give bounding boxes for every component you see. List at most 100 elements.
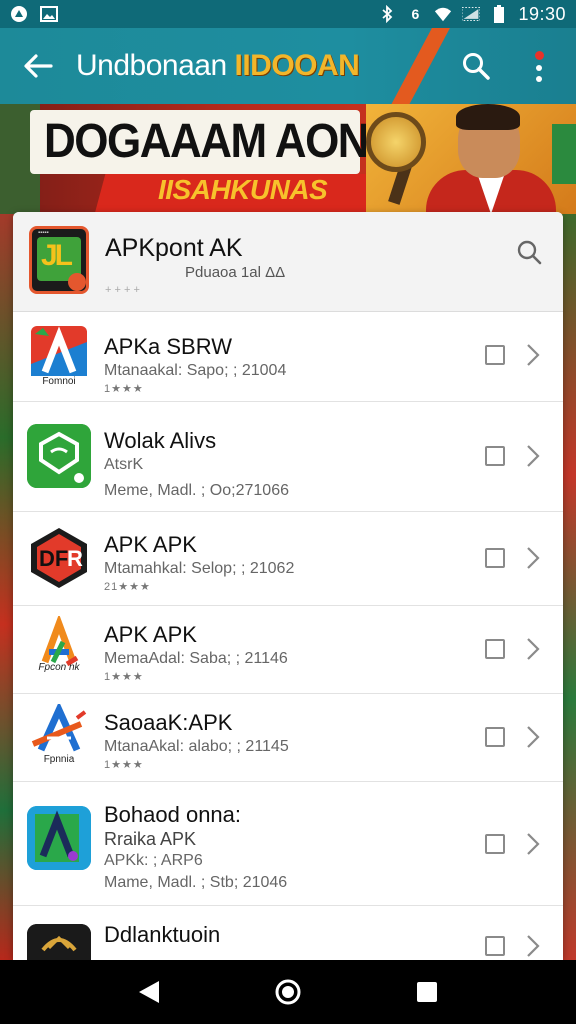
app-rating: 21★★★ bbox=[104, 581, 151, 593]
background-left bbox=[0, 214, 14, 960]
app-icon-bohaod bbox=[27, 806, 91, 870]
more-vert-icon bbox=[534, 50, 544, 60]
magnifier-icon bbox=[366, 112, 426, 172]
status-time: 19:30 bbox=[518, 3, 566, 24]
app-meta: AtsrK bbox=[104, 456, 144, 473]
featured-app-extra: + + + + bbox=[105, 284, 140, 296]
chevron-right-icon[interactable] bbox=[523, 723, 543, 751]
app-meta: Rraika APK bbox=[104, 829, 197, 849]
app-meta: Mtamahkal: Selop; ; 21062 bbox=[104, 560, 295, 577]
list-item[interactable]: Ddlanktuoin bbox=[13, 906, 563, 960]
nav-back-icon bbox=[139, 981, 160, 1003]
select-checkbox[interactable] bbox=[485, 936, 505, 956]
featured-app-row[interactable]: ▪▪▪▪▪ JL APKpont AK Pduaoa 1al ΔΔ + + + … bbox=[13, 212, 563, 312]
select-checkbox[interactable] bbox=[485, 446, 505, 466]
app-icon-label: Fpcon nk bbox=[38, 662, 80, 673]
nav-home-button[interactable] bbox=[268, 972, 308, 1012]
app-meta: MemaAdal: Saba; ; 21146 bbox=[104, 650, 288, 667]
app-rating: 1★★★ bbox=[104, 759, 144, 771]
select-checkbox[interactable] bbox=[485, 727, 505, 747]
chevron-right-icon[interactable] bbox=[523, 544, 543, 572]
app-title: APK APK bbox=[104, 532, 197, 557]
system-nav-bar bbox=[0, 960, 576, 1024]
featured-icon-glyph: JL bbox=[41, 239, 73, 272]
app-title: APKa SBRW bbox=[104, 334, 232, 359]
nav-recents-icon bbox=[416, 982, 437, 1002]
app-bar-stripe bbox=[378, 28, 456, 104]
signal-icon bbox=[462, 5, 481, 23]
list-item[interactable]: Fpcon nk APK APK MemaAdal: Saba; ; 21146… bbox=[13, 606, 563, 694]
menu-dot bbox=[536, 75, 542, 82]
chevron-right-icon[interactable] bbox=[523, 341, 543, 369]
page-title-accent: IIDOOAN bbox=[234, 49, 360, 82]
featured-app-name: APKpont AK bbox=[105, 234, 243, 262]
app-icon-dfr: DF R bbox=[27, 526, 91, 590]
battery-icon bbox=[490, 5, 508, 23]
list-item[interactable]: Fpnnia SaoaaK:APK MtanaAkal: alabo; ; 21… bbox=[13, 694, 563, 782]
app-icon-wolak bbox=[27, 424, 91, 488]
featured-app-subtitle: Pduaoa 1al ΔΔ bbox=[185, 264, 286, 281]
app-meta: Mame, Madl. ; Stb; 21046 bbox=[104, 874, 288, 891]
select-checkbox[interactable] bbox=[485, 345, 505, 365]
app-title: Wolak Alivs bbox=[104, 428, 217, 453]
banner-flag bbox=[552, 124, 576, 184]
background-right bbox=[562, 214, 576, 960]
nav-home-icon bbox=[275, 979, 301, 1005]
app-title: SaoaaK:APK bbox=[104, 710, 233, 735]
app-title: Ddlanktuoin bbox=[104, 922, 221, 947]
bluetooth-icon bbox=[378, 5, 396, 23]
app-icon-ddlank bbox=[27, 924, 91, 960]
app-rating: 1★★★ bbox=[104, 383, 144, 395]
list-item[interactable]: DF R APK APK Mtamahkal: Selop; ; 21062 21… bbox=[13, 512, 563, 606]
app-title: APK APK bbox=[104, 622, 197, 647]
app-bar: Undbonaan IIDOOAN bbox=[0, 28, 576, 104]
list-item[interactable]: Fomnoi APKa SBRW Mtanaakal: Sapo; ; 2100… bbox=[13, 312, 563, 402]
app-icon-apka: Fomnoi bbox=[27, 324, 91, 388]
app-meta: Meme, Madl. ; Oo;271066 bbox=[104, 482, 289, 499]
banner-person-hair bbox=[456, 104, 520, 130]
menu-dot bbox=[536, 64, 542, 71]
page-title-main: Undbonaan bbox=[76, 49, 227, 82]
app-icon-saoaak: Fpnnia bbox=[27, 704, 91, 768]
app-title: Bohaod onna: bbox=[104, 802, 242, 827]
back-button[interactable] bbox=[0, 28, 76, 104]
select-checkbox[interactable] bbox=[485, 834, 505, 854]
chevron-right-icon[interactable] bbox=[523, 932, 543, 960]
arrow-left-icon bbox=[24, 54, 53, 78]
featured-icon-topline: ▪▪▪▪▪ bbox=[38, 230, 49, 236]
app-meta: APKk: ; ARP6 bbox=[104, 852, 203, 869]
select-checkbox[interactable] bbox=[485, 548, 505, 568]
svg-text:DF: DF bbox=[39, 546, 68, 571]
select-checkbox[interactable] bbox=[485, 639, 505, 659]
image-icon bbox=[40, 5, 58, 23]
search-icon bbox=[463, 53, 490, 80]
nav-recents-button[interactable] bbox=[407, 972, 447, 1012]
overflow-menu-button[interactable] bbox=[524, 46, 554, 86]
promo-banner[interactable]: DOGAAAM AONSIN IISAHKUNAS bbox=[0, 104, 576, 214]
svg-text:R: R bbox=[67, 546, 83, 571]
list-item[interactable]: Wolak Alivs AtsrK Meme, Madl. ; Oo;27106… bbox=[13, 402, 563, 512]
app-icon-apk-a: Fpcon nk bbox=[27, 616, 91, 680]
nfc-icon: 6 bbox=[411, 6, 420, 22]
banner-subline: IISAHKUNAS bbox=[158, 174, 328, 205]
search-icon bbox=[517, 240, 542, 265]
search-button[interactable] bbox=[456, 46, 496, 86]
wifi-icon bbox=[434, 5, 452, 23]
app-rating: 1★★★ bbox=[104, 671, 144, 683]
list-item[interactable]: Bohaod onna: Rraika APK APKk: ; ARP6 Mam… bbox=[13, 782, 563, 906]
chevron-right-icon[interactable] bbox=[523, 830, 543, 858]
chevron-right-icon[interactable] bbox=[523, 635, 543, 663]
nav-back-button[interactable] bbox=[129, 972, 169, 1012]
chevron-right-icon[interactable] bbox=[523, 442, 543, 470]
app-icon-label: Fpnnia bbox=[43, 754, 75, 765]
app-meta: Mtanaakal: Sapo; ; 21004 bbox=[104, 362, 287, 379]
notification-icon bbox=[10, 5, 28, 23]
status-bar: 6 19:30 bbox=[0, 0, 576, 28]
list-search-button[interactable] bbox=[511, 234, 547, 270]
app-meta: MtanaAkal: alabo; ; 21145 bbox=[104, 738, 289, 755]
app-list-card: ▪▪▪▪▪ JL APKpont AK Pduaoa 1al ΔΔ + + + … bbox=[13, 212, 563, 960]
featured-app-icon: ▪▪▪▪▪ JL bbox=[29, 226, 89, 294]
app-icon-label: Fomnoi bbox=[42, 376, 76, 387]
featured-icon-badge bbox=[68, 273, 86, 291]
page-title: Undbonaan IIDOOAN bbox=[76, 49, 360, 83]
